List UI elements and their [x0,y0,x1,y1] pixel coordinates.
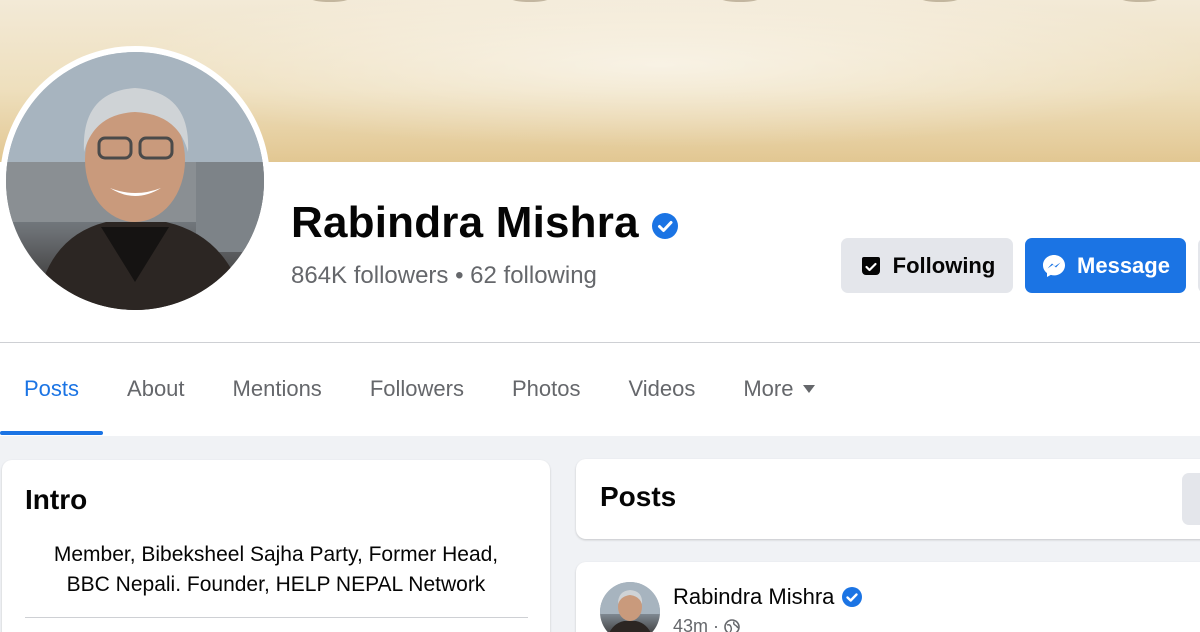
messenger-icon [1043,254,1066,277]
profile-name-row: Rabindra Mishra [291,198,678,248]
post-meta: 43m · [673,616,740,632]
profile-name: Rabindra Mishra [291,198,639,247]
globe-icon [724,618,740,632]
post-author-avatar[interactable] [600,582,660,632]
posts-title: Posts [600,481,677,512]
verified-badge-icon [651,213,678,239]
profile-tabs: Posts About Mentions Followers Photos Vi… [0,343,839,435]
tab-videos[interactable]: Videos [604,343,719,435]
intro-bio-line: Member, Bibeksheel Sajha Party, Former H… [53,543,499,566]
message-button[interactable]: Message [1025,238,1186,293]
filters-button[interactable] [1182,473,1200,525]
tab-about[interactable]: About [103,343,209,435]
tab-more[interactable]: More [719,343,839,435]
post-timestamp[interactable]: 43m [673,616,708,632]
posts-header-card: Posts [576,459,1200,539]
tab-mentions[interactable]: Mentions [209,343,346,435]
following-button[interactable]: Following [841,238,1013,293]
intro-bio-line: BBC Nepali. Founder, HELP NEPAL Network [66,573,486,596]
following-label: Following [892,252,996,278]
post-author-row: Rabindra Mishra [673,584,863,610]
intro-bio: Member, Bibeksheel Sajha Party, Former H… [2,540,550,600]
tab-followers[interactable]: Followers [346,343,488,435]
verified-badge-icon [842,587,863,607]
meta-separator: · [713,616,720,632]
tab-posts[interactable]: Posts [0,343,104,435]
tab-photos[interactable]: Photos [488,343,605,435]
post-card: Rabindra Mishra 43m · [576,562,1200,632]
chevron-down-icon [803,385,816,393]
intro-divider [25,617,528,618]
following-check-icon [861,256,880,275]
profile-avatar[interactable] [6,52,264,310]
intro-card: Intro Member, Bibeksheel Sajha Party, Fo… [2,460,550,632]
post-author-name[interactable]: Rabindra Mishra [673,584,834,610]
intro-title: Intro [25,484,88,515]
follower-stats[interactable]: 864K followers • 62 following [291,262,597,290]
message-label: Message [1077,252,1170,278]
